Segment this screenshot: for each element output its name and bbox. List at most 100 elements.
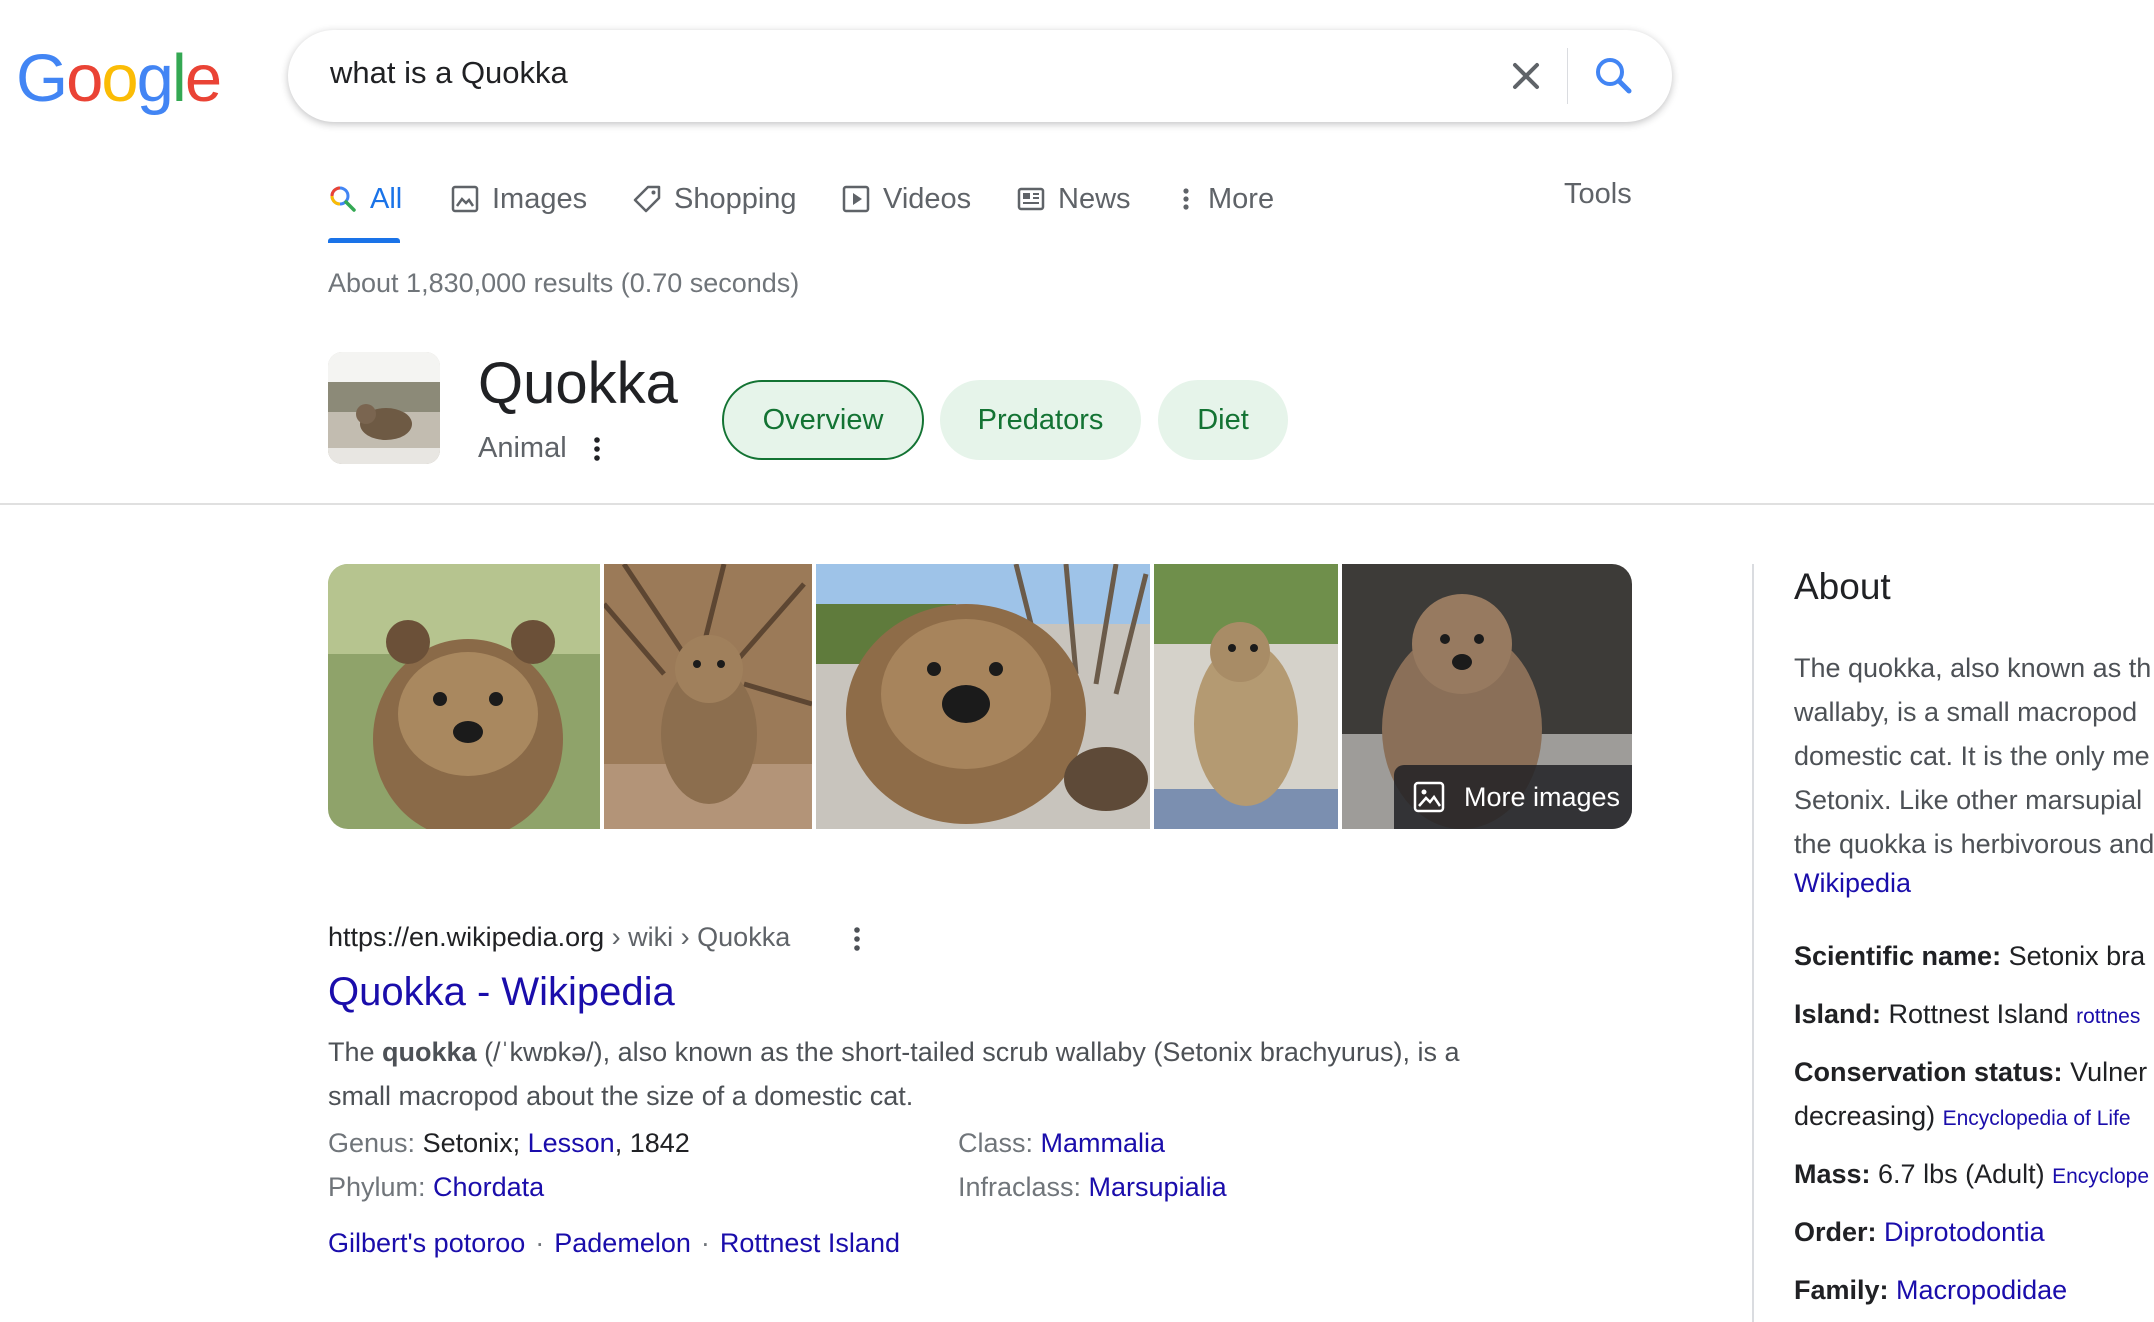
fact-link-marsupialia[interactable]: Marsupialia (1089, 1172, 1227, 1202)
search-icon (330, 186, 356, 212)
related-links: Gilbert's potoroo · Pademelon · Rottnest Isl… (328, 1228, 900, 1259)
kp-mass: Mass: 6.7 lbs (Adult) Encyclope (1794, 1152, 2154, 1199)
kp-label: Island: (1794, 999, 1882, 1029)
more-images-button[interactable]: More images (1394, 765, 1632, 829)
fact-label: Class: (958, 1128, 1041, 1158)
fact-value: , 1842 (614, 1128, 690, 1158)
entity-thumbnail[interactable] (328, 352, 440, 464)
link-separator: · (700, 1228, 710, 1258)
vertical-dots-icon (594, 437, 600, 461)
quokka-image-3[interactable] (816, 564, 1150, 829)
kp-value: Rottnest Island (1881, 999, 2077, 1029)
kp-source-link[interactable]: Encyclope (2052, 1165, 2149, 1188)
kp-label: Conservation status: (1794, 1057, 2063, 1087)
tab-all[interactable]: All (328, 178, 402, 220)
chip-overview[interactable]: Overview (722, 380, 924, 460)
about-description: The quokka, also known as th wallaby, is… (1794, 646, 2154, 866)
tab-label: All (370, 182, 403, 215)
fact-link-lesson[interactable]: Lesson (528, 1128, 615, 1158)
fact-phylum: Phylum: Chordata (328, 1172, 544, 1203)
result-url-domain: https://en.wikipedia.org (328, 922, 605, 952)
tab-images[interactable]: Images (450, 178, 587, 220)
search-input[interactable]: what is a Quokka (330, 55, 568, 91)
snippet-text: The (328, 1037, 383, 1067)
logo-letter: l (171, 41, 187, 116)
play-icon (842, 185, 870, 213)
result-title-link[interactable]: Quokka - Wikipedia (328, 970, 675, 1015)
kp-value: Vulner (2062, 1057, 2148, 1087)
kp-order: Order: Diprotodontia (1794, 1210, 2154, 1254)
fact-label: Phylum: (328, 1172, 434, 1202)
image-strip: More images (328, 564, 1632, 829)
knowledge-panel-divider (1752, 564, 1754, 1322)
logo-letter: e (184, 41, 222, 116)
tab-label: Shopping (674, 182, 797, 215)
link-separator: · (535, 1228, 545, 1258)
about-line: domestic cat. It is the only me (1794, 741, 2150, 771)
snippet-bold: quokka (382, 1037, 477, 1067)
kp-value (1877, 1217, 1885, 1247)
related-link[interactable]: Rottnest Island (720, 1228, 900, 1258)
kp-family: Family: Macropodidae (1794, 1268, 2154, 1312)
more-images-label: More images (1464, 781, 1621, 812)
tools-button[interactable]: Tools (1564, 178, 1632, 211)
kp-source-link[interactable]: rottnes (2076, 1005, 2140, 1028)
tab-label: Videos (883, 182, 972, 215)
tab-news[interactable]: News (1016, 178, 1131, 220)
kp-source-link[interactable]: Encyclopedia of Life (1943, 1107, 2131, 1130)
close-icon (1513, 63, 1539, 89)
image-icon (451, 185, 479, 213)
entity-title: Quokka (478, 351, 678, 416)
snippet-text: (/ˈkwɒkə/), also known as the short-tail… (328, 1037, 1460, 1111)
fact-value: Setonix; (422, 1128, 528, 1158)
related-link[interactable]: Pademelon (554, 1228, 691, 1258)
tab-more[interactable]: More (1176, 178, 1274, 220)
entity-more-button[interactable] (590, 434, 604, 469)
about-line: Setonix. Like other marsupial (1794, 785, 2143, 815)
kp-island: Island: Rottnest Island rottnes (1794, 992, 2154, 1039)
fact-infraclass: Infraclass: Marsupialia (958, 1172, 1227, 1203)
kp-value: 6.7 lbs (Adult) (1870, 1159, 2053, 1189)
about-line: wallaby, is a small macropod (1794, 697, 2138, 727)
clear-button[interactable] (1500, 50, 1552, 102)
search-button[interactable] (1588, 50, 1640, 102)
result-url-path: › wiki › Quokka (604, 922, 791, 952)
result-stats: About 1,830,000 results (0.70 seconds) (328, 268, 800, 298)
about-source-link[interactable]: Wikipedia (1794, 868, 1911, 899)
quokka-image-1[interactable] (328, 564, 600, 829)
quokka-image-2[interactable] (604, 564, 812, 829)
kp-link-macropodidae[interactable]: Macropodidae (1896, 1275, 2067, 1305)
header-divider (0, 503, 2154, 505)
fact-link-chordata[interactable]: Chordata (433, 1172, 544, 1202)
tab-videos[interactable]: Videos (841, 178, 971, 220)
tab-label: Images (492, 182, 588, 215)
logo-letter: o (66, 41, 103, 116)
kp-link-diprotodontia[interactable]: Diprotodontia (1884, 1217, 2045, 1247)
fact-link-mammalia[interactable]: Mammalia (1041, 1128, 1166, 1158)
vertical-dots-icon (854, 927, 860, 951)
result-more-button[interactable] (850, 924, 864, 959)
chip-diet[interactable]: Diet (1158, 380, 1288, 460)
logo-letter: G (16, 41, 68, 116)
active-tab-indicator (328, 238, 400, 243)
kp-conservation-status-cont: decreasing) Encyclopedia of Life (1794, 1094, 2154, 1141)
newspaper-icon (1017, 187, 1045, 211)
search-divider (1567, 48, 1568, 104)
tab-shopping[interactable]: Shopping (632, 178, 797, 220)
kp-value (1889, 1275, 1897, 1305)
logo-letter: g (136, 41, 174, 116)
fact-label: Infraclass: (958, 1172, 1089, 1202)
fact-label: Genus: (328, 1128, 423, 1158)
quokka-image-4[interactable] (1154, 564, 1338, 829)
result-url[interactable]: https://en.wikipedia.org › wiki › Quokka (328, 922, 790, 953)
chip-predators[interactable]: Predators (940, 380, 1141, 460)
entity-subtitle: Animal (478, 432, 567, 464)
image-icon (1413, 781, 1445, 813)
search-icon (1596, 58, 1632, 94)
quokka-thumbnail-image (328, 352, 440, 464)
logo-letter: o (101, 41, 138, 116)
related-link[interactable]: Gilbert's potoroo (328, 1228, 525, 1258)
search-box[interactable]: what is a Quokka (288, 30, 1672, 122)
google-logo[interactable]: Google (16, 40, 222, 117)
kp-conservation-status: Conservation status: Vulner (1794, 1050, 2154, 1094)
